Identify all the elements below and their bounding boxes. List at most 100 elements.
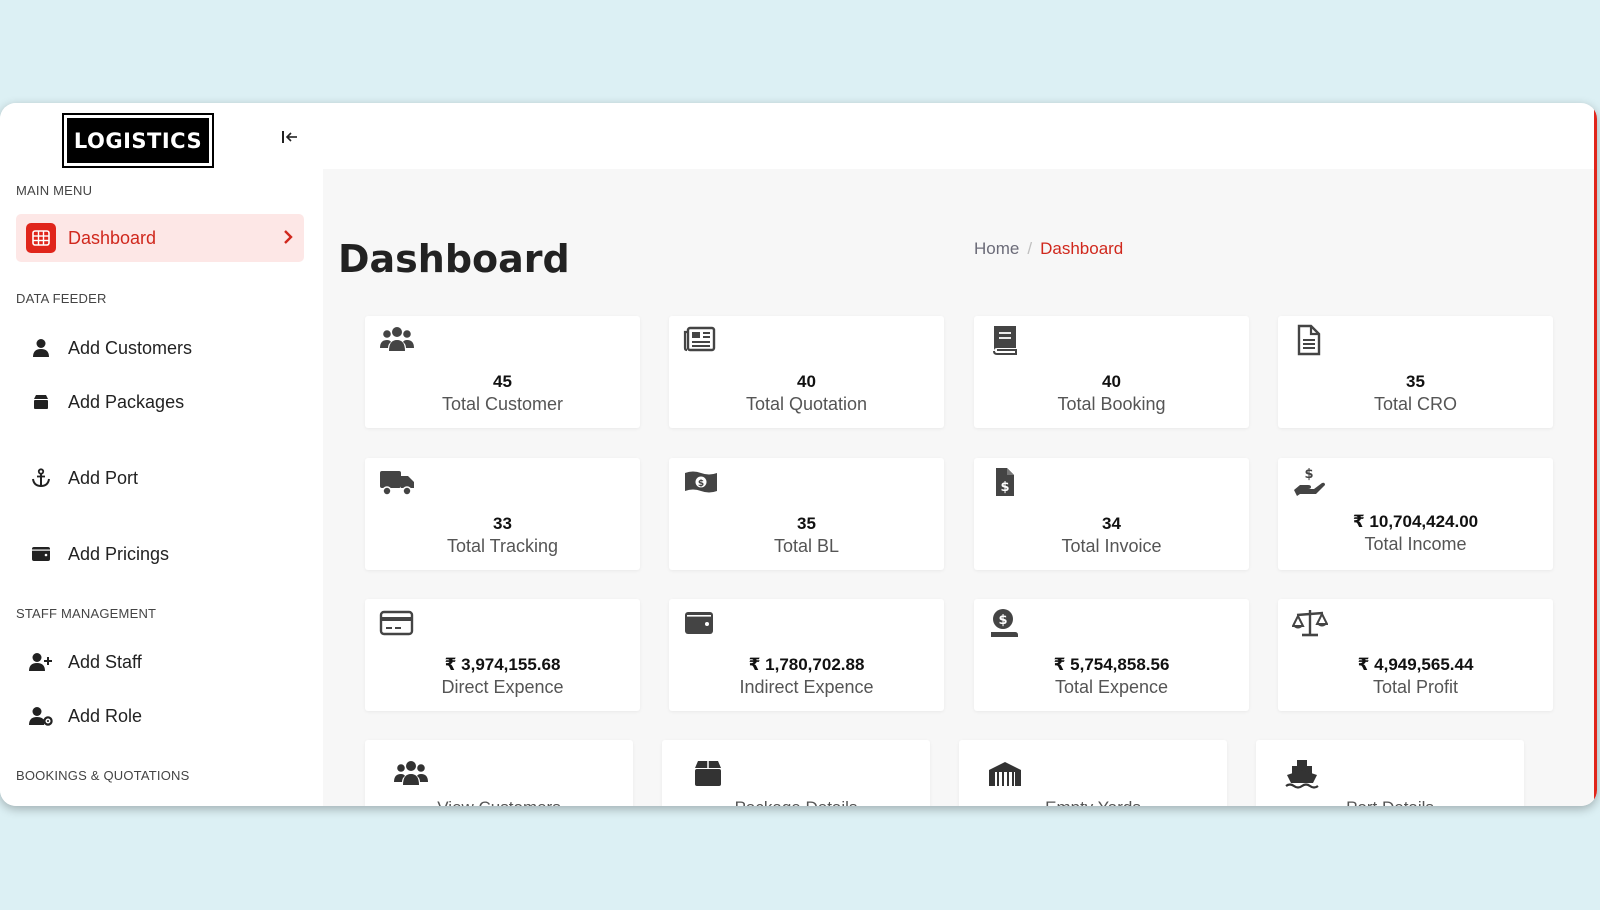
quick-link-label: Package Details bbox=[662, 798, 930, 806]
stat-card-indirect-expence[interactable]: ₹ 1,780,702.88 Indirect Expence bbox=[669, 599, 944, 711]
money-bill-icon: $ bbox=[685, 471, 717, 493]
logo-text: LOGISTICS bbox=[67, 118, 209, 163]
quick-link-label: Empty Yards bbox=[959, 798, 1227, 806]
stat-value: ₹ 4,949,565.44 bbox=[1357, 655, 1474, 674]
stat-card-total-booking[interactable]: 40 Total Booking bbox=[974, 316, 1249, 428]
hand-dollar-icon: $ bbox=[1294, 467, 1325, 496]
users-icon bbox=[380, 327, 414, 351]
collapse-sidebar-button[interactable] bbox=[278, 125, 302, 149]
quick-link-package-details[interactable]: Package Details bbox=[662, 740, 930, 806]
sidebar-item-add-staff[interactable]: Add Staff bbox=[16, 638, 304, 686]
section-title-data-feeder: DATA FEEDER bbox=[16, 291, 107, 306]
stat-value: ₹ 10,704,424.00 bbox=[1352, 512, 1479, 531]
truck-icon bbox=[380, 471, 414, 496]
sidebar-item-label: Add Customers bbox=[68, 337, 193, 358]
quick-link-label: View Customers bbox=[365, 798, 633, 806]
stat-card-total-income[interactable]: $ ₹ 10,704,424.00 Total Income bbox=[1278, 458, 1553, 570]
sidebar-item-label: Add Packages bbox=[68, 391, 185, 412]
stat-card-total-quotation[interactable]: 40 Total Quotation bbox=[669, 316, 944, 428]
quick-link-port-details[interactable]: Port Details bbox=[1256, 740, 1524, 806]
warehouse-icon bbox=[989, 762, 1021, 786]
app-window: LOGISTICS MAIN MENU Dashboard DATA FEEDE… bbox=[0, 103, 1597, 806]
chevron-right-icon bbox=[284, 230, 293, 244]
box-icon bbox=[695, 761, 721, 786]
stat-label: Total Profit bbox=[1372, 677, 1459, 697]
box-icon bbox=[26, 387, 56, 417]
user-icon bbox=[26, 333, 56, 363]
section-title-staff-management: STAFF MANAGEMENT bbox=[16, 606, 157, 621]
sidebar-item-label: Add Role bbox=[68, 705, 143, 726]
page-title: Dashboard bbox=[338, 237, 570, 281]
sidebar-item-label: Add Port bbox=[68, 467, 139, 488]
sidebar-item-add-packages[interactable]: Add Packages bbox=[16, 378, 304, 426]
breadcrumb: Home / Dashboard bbox=[974, 239, 1123, 259]
stat-value: 40 bbox=[1102, 372, 1121, 391]
breadcrumb-home-link[interactable]: Home bbox=[974, 239, 1019, 259]
stat-value: ₹ 5,754,858.56 bbox=[1053, 655, 1170, 674]
grid-icon bbox=[26, 223, 56, 253]
svg-text:$: $ bbox=[1304, 467, 1313, 482]
breadcrumb-current: Dashboard bbox=[1040, 239, 1124, 258]
book-icon bbox=[993, 326, 1017, 355]
sidebar-item-add-pricings[interactable]: Add Pricings bbox=[16, 530, 304, 578]
credit-card-icon bbox=[379, 610, 414, 636]
main-content: Dashboard Home / Dashboard 45 Total Cust… bbox=[323, 169, 1594, 806]
stat-label: Total Invoice bbox=[1061, 536, 1162, 556]
wallet-icon bbox=[685, 612, 713, 634]
stat-label: Total Customer bbox=[441, 394, 564, 414]
stat-value: 35 bbox=[797, 514, 816, 533]
stat-card-total-bl[interactable]: $ 35 Total BL bbox=[669, 458, 944, 570]
users-icon bbox=[394, 761, 428, 785]
section-title-bookings-quotations: BOOKINGS & QUOTATIONS bbox=[16, 768, 190, 783]
stat-label: Total Booking bbox=[1057, 394, 1166, 414]
sidebar: LOGISTICS MAIN MENU Dashboard DATA FEEDE… bbox=[0, 103, 323, 806]
sidebar-item-add-port[interactable]: Add Port bbox=[16, 454, 304, 502]
wallet-icon bbox=[26, 539, 56, 569]
sidebar-item-label: Dashboard bbox=[68, 227, 157, 248]
stat-value: 45 bbox=[493, 372, 512, 391]
newspaper-icon bbox=[683, 326, 716, 352]
stat-card-total-customer[interactable]: 45 Total Customer bbox=[365, 316, 640, 428]
stat-label: Total Tracking bbox=[446, 536, 559, 556]
stat-value: 35 bbox=[1406, 372, 1425, 391]
logo[interactable]: LOGISTICS bbox=[62, 113, 214, 168]
file-invoice-icon: $ bbox=[996, 468, 1014, 496]
stat-label: Total Quotation bbox=[745, 394, 868, 414]
stat-card-direct-expence[interactable]: ₹ 3,974,155.68 Direct Expence bbox=[365, 599, 640, 711]
stat-value: ₹ 3,974,155.68 bbox=[444, 655, 561, 674]
stat-card-total-invoice[interactable]: $ 34 Total Invoice bbox=[974, 458, 1249, 570]
stat-value: 40 bbox=[797, 372, 816, 391]
sidebar-item-dashboard[interactable]: Dashboard bbox=[16, 214, 304, 262]
quick-link-label: Port Details bbox=[1256, 798, 1524, 806]
stat-label: Indirect Expence bbox=[739, 677, 874, 697]
section-title-main-menu: MAIN MENU bbox=[16, 183, 93, 198]
anchor-icon bbox=[26, 463, 56, 493]
sidebar-item-add-role[interactable]: Add Role bbox=[16, 692, 304, 740]
user-plus-icon bbox=[26, 647, 56, 677]
file-icon bbox=[1297, 324, 1321, 356]
svg-text:$: $ bbox=[698, 479, 704, 489]
sidebar-item-add-customers[interactable]: Add Customers bbox=[16, 324, 304, 372]
money-bag-icon: $ bbox=[991, 609, 1018, 637]
stat-card-total-profit[interactable]: ₹ 4,949,565.44 Total Profit bbox=[1278, 599, 1553, 711]
stat-value: 34 bbox=[1102, 514, 1121, 533]
stat-label: Direct Expence bbox=[441, 677, 564, 697]
sidebar-item-label: Add Pricings bbox=[68, 543, 170, 564]
stat-card-total-expence[interactable]: $ ₹ 5,754,858.56 Total Expence bbox=[974, 599, 1249, 711]
stat-label: Total BL bbox=[773, 536, 840, 556]
ship-icon bbox=[1285, 760, 1319, 789]
stat-card-total-tracking[interactable]: 33 Total Tracking bbox=[365, 458, 640, 570]
svg-text:$: $ bbox=[1000, 480, 1009, 495]
quick-link-empty-yards[interactable]: Empty Yards bbox=[959, 740, 1227, 806]
stat-value: ₹ 1,780,702.88 bbox=[748, 655, 865, 674]
stat-label: Total CRO bbox=[1373, 394, 1458, 414]
sidebar-item-label: Add Staff bbox=[68, 651, 142, 672]
quick-link-view-customers[interactable]: View Customers bbox=[365, 740, 633, 806]
user-gear-icon bbox=[26, 701, 56, 731]
stat-card-total-cro[interactable]: 35 Total CRO bbox=[1278, 316, 1553, 428]
stat-label: Total Expence bbox=[1054, 677, 1169, 697]
stat-label: Total Income bbox=[1364, 534, 1467, 554]
svg-text:$: $ bbox=[998, 613, 1007, 628]
scale-icon bbox=[1292, 610, 1328, 637]
window-edge-accent bbox=[1594, 103, 1597, 806]
